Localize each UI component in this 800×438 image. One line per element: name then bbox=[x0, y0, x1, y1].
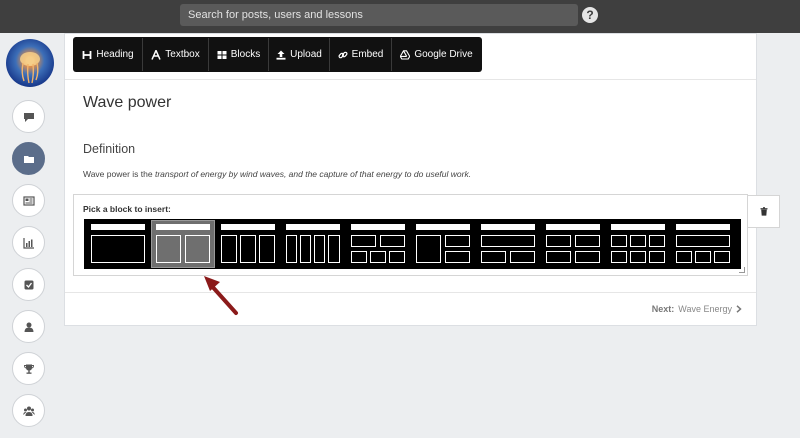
divider bbox=[65, 79, 756, 80]
embed-button-label: Embed bbox=[351, 49, 384, 60]
lesson-title[interactable]: Wave power bbox=[83, 94, 171, 112]
comment-icon bbox=[23, 112, 34, 122]
search-input[interactable]: Search for posts, users and lessons bbox=[180, 4, 578, 26]
upload-button-label: Upload bbox=[290, 49, 322, 60]
chevron-right-icon bbox=[736, 305, 742, 313]
google-drive-button[interactable]: Google Drive bbox=[392, 38, 481, 71]
google-drive-icon bbox=[400, 49, 411, 60]
editor-panel: Heading Textbox Blocks Upload Embed Goog… bbox=[64, 33, 757, 326]
next-label: Next: bbox=[651, 304, 675, 314]
users-icon bbox=[22, 406, 35, 416]
definition-text-italic: transport of energy by wind waves, and t… bbox=[154, 169, 472, 179]
link-icon bbox=[338, 51, 348, 58]
divider bbox=[65, 292, 756, 293]
folder-icon bbox=[23, 155, 34, 163]
resize-handle[interactable] bbox=[739, 267, 745, 273]
sidebar-item-comments[interactable] bbox=[12, 100, 45, 133]
block-layout-option[interactable] bbox=[87, 221, 149, 267]
avatar[interactable] bbox=[6, 39, 54, 87]
grid-icon bbox=[217, 50, 227, 59]
sidebar-item-folder[interactable] bbox=[12, 142, 45, 175]
definition-text-plain: Wave power is the bbox=[83, 169, 155, 179]
newspaper-icon bbox=[22, 195, 35, 206]
block-layout-option[interactable] bbox=[347, 221, 409, 267]
user-icon bbox=[24, 322, 33, 332]
block-layout-option[interactable] bbox=[217, 221, 279, 267]
block-layout-option[interactable] bbox=[282, 221, 344, 267]
textbox-button-label: Textbox bbox=[165, 49, 200, 60]
block-picker-label: Pick a block to insert: bbox=[83, 204, 171, 214]
block-layout-option[interactable] bbox=[672, 221, 734, 267]
trophy-icon bbox=[23, 364, 34, 374]
block-layout-strip bbox=[84, 219, 741, 269]
textbox-button[interactable]: Textbox bbox=[143, 38, 209, 71]
annotation-arrow bbox=[204, 276, 238, 315]
delete-block-button[interactable] bbox=[747, 195, 780, 228]
next-lesson-title: Wave Energy bbox=[678, 304, 732, 314]
upload-icon bbox=[276, 50, 286, 60]
top-bar: Search for posts, users and lessons ? bbox=[0, 0, 800, 33]
trash-icon bbox=[760, 207, 767, 216]
definition-text[interactable]: Wave power is the transport of energy by… bbox=[83, 169, 471, 179]
upload-button[interactable]: Upload bbox=[269, 38, 330, 71]
block-layout-option[interactable] bbox=[542, 221, 604, 267]
sidebar-item-trophy[interactable] bbox=[12, 352, 45, 385]
block-layout-option[interactable] bbox=[151, 220, 215, 268]
font-icon bbox=[151, 49, 161, 60]
sidebar-item-profile[interactable] bbox=[12, 310, 45, 343]
block-picker: Pick a block to insert: bbox=[73, 194, 748, 276]
embed-button[interactable]: Embed bbox=[330, 38, 392, 71]
sidebar-item-groups[interactable] bbox=[12, 394, 45, 427]
editor-toolbar: Heading Textbox Blocks Upload Embed Goog… bbox=[73, 37, 482, 72]
blocks-button[interactable]: Blocks bbox=[209, 38, 269, 71]
sidebar-item-stats[interactable] bbox=[12, 226, 45, 259]
bar-chart-icon bbox=[22, 237, 34, 249]
block-layout-option[interactable] bbox=[607, 221, 669, 267]
sidebar-item-tasks[interactable] bbox=[12, 268, 45, 301]
sidebar bbox=[0, 33, 58, 438]
sidebar-item-newspaper[interactable] bbox=[12, 184, 45, 217]
section-heading[interactable]: Definition bbox=[83, 142, 135, 156]
google-drive-button-label: Google Drive bbox=[414, 49, 473, 60]
question-circle-icon[interactable]: ? bbox=[582, 7, 598, 23]
checkbox-icon bbox=[24, 280, 33, 289]
heading-button-label: Heading bbox=[96, 49, 134, 60]
blocks-button-label: Blocks bbox=[230, 49, 261, 60]
heading-icon bbox=[82, 50, 92, 59]
block-layout-option[interactable] bbox=[477, 221, 539, 267]
next-lesson-link[interactable]: Next: Wave Energy bbox=[652, 304, 742, 314]
block-layout-option[interactable] bbox=[412, 221, 474, 267]
heading-button[interactable]: Heading bbox=[74, 38, 143, 71]
